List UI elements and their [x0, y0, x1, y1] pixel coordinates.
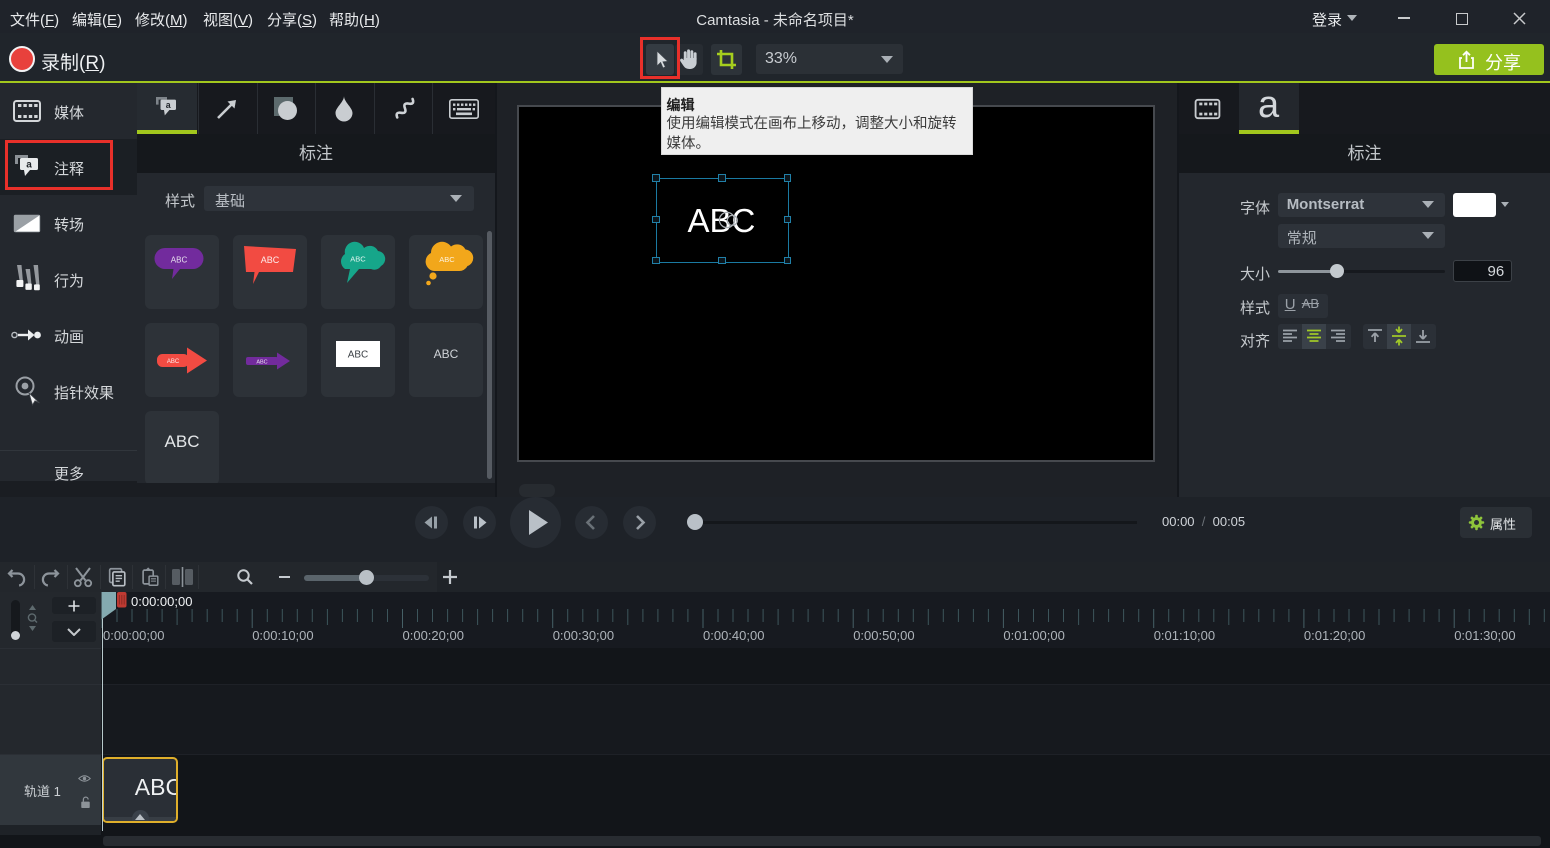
svg-text:ABC: ABC	[167, 359, 180, 365]
svg-text:a: a	[166, 100, 171, 110]
svg-text:ABC: ABC	[350, 255, 366, 264]
svg-text:ABC: ABC	[439, 255, 455, 264]
svg-text:ABC: ABC	[348, 350, 369, 361]
svg-text:ABC: ABC	[261, 255, 280, 265]
svg-text:ABC: ABC	[171, 256, 188, 265]
svg-text:ABC: ABC	[256, 360, 267, 366]
